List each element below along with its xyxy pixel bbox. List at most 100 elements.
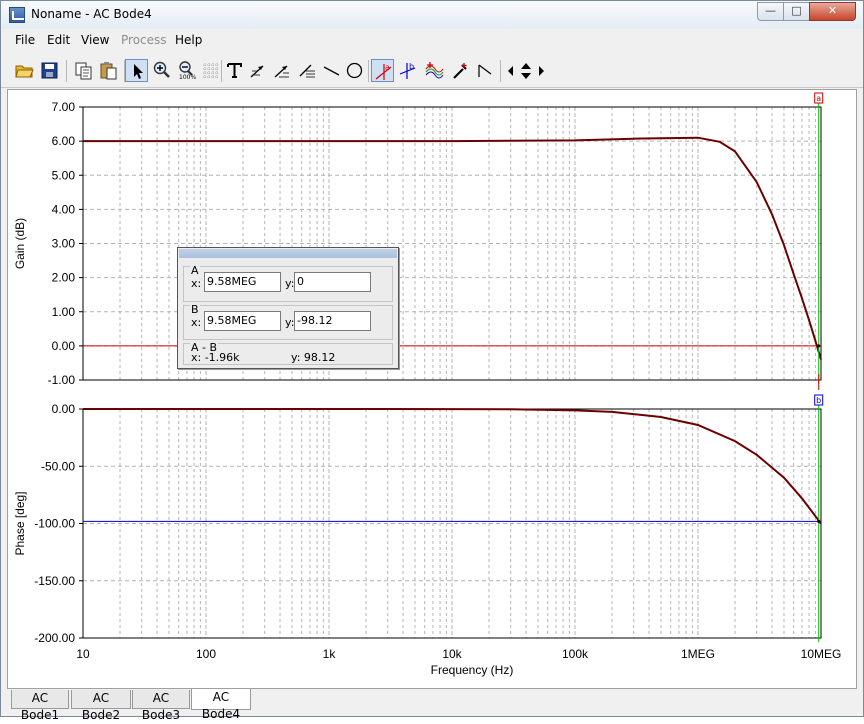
arrow-left-icon — [250, 65, 264, 78]
y-tick-label: -50.00 — [41, 459, 75, 473]
menu-bar: File Edit View Process Help — [1, 30, 863, 51]
x-tick-label: 10k — [442, 647, 462, 661]
app-window: Noname - AC Bode4 — □ ✕ File Edit View P… — [0, 0, 864, 722]
nav-updown-icon — [521, 63, 531, 79]
y-tick-label: 7.00 — [52, 100, 76, 114]
y-tick-label: 2.00 — [52, 271, 76, 285]
nav-left-icon — [508, 66, 513, 76]
save-icon — [41, 62, 58, 79]
paste-icon — [100, 62, 117, 80]
step-icon — [478, 64, 492, 77]
nav-right-icon — [539, 66, 544, 76]
copy-button[interactable] — [72, 59, 95, 82]
window-title: Noname - AC Bode4 — [31, 7, 152, 21]
x-tick-label: 100 — [196, 647, 216, 661]
zoom-in-icon — [153, 61, 170, 78]
x-tick-label: 100k — [562, 647, 589, 661]
y-tick-label: 6.00 — [52, 134, 76, 148]
cursor-a-icon: a — [375, 63, 392, 80]
x-tick-label: 1MEG — [681, 647, 715, 661]
close-button[interactable]: ✕ — [809, 2, 856, 21]
nav-right-button[interactable] — [534, 59, 548, 82]
cursor-b-label: B — [190, 303, 200, 316]
plot-area[interactable]: 7.00 6.00 5.00 4.00 3.00 2.00 1.00 0.00 -1.00 Gai… — [7, 89, 857, 689]
tab-ac-bode2[interactable]: AC Bode2 — [71, 690, 131, 722]
cursor-intersection-point — [817, 519, 821, 523]
grid-icon — [203, 63, 218, 78]
zoom-out-icon: 100% — [179, 61, 196, 80]
circle-button[interactable] — [343, 59, 366, 82]
arrow-right-icon — [274, 65, 289, 78]
maximize-button[interactable]: □ — [783, 2, 810, 21]
nav-updown-button[interactable] — [517, 59, 533, 82]
y-tick-label: 4.00 — [52, 202, 76, 216]
arrow-left-button[interactable] — [247, 59, 270, 82]
y-axis-label: Phase [deg] — [13, 491, 27, 555]
lines-button[interactable] — [296, 59, 319, 82]
dialog-title-bar[interactable] — [179, 249, 397, 258]
curves-button[interactable] — [423, 59, 446, 82]
save-button[interactable] — [38, 59, 61, 82]
cursor-b-button[interactable]: b — [396, 59, 419, 82]
document-tabs: AC Bode1 AC Bode2 AC Bode3 AC Bode4 — [1, 689, 863, 722]
zoom-in-button[interactable] — [150, 59, 173, 82]
y-tick-label: -100.00 — [34, 517, 75, 531]
copy-icon — [75, 62, 92, 80]
cursor-b-group: B x: 9.58MEG y: -98.12 — [183, 303, 393, 340]
cursor-b-icon: b — [399, 62, 416, 79]
marker-icon — [453, 63, 467, 79]
cursor-diff-group: A - B x: -1.96k y: 98.12 — [183, 342, 393, 365]
menu-help[interactable]: Help — [175, 33, 202, 47]
bode-plot[interactable]: 7.00 6.00 5.00 4.00 3.00 2.00 1.00 0.00 -1.00 Gai… — [8, 90, 856, 688]
y-tick-label: 0.00 — [52, 402, 76, 416]
y-tick-label: 1.00 — [52, 305, 76, 319]
step-button[interactable] — [474, 59, 497, 82]
minimize-button[interactable]: — — [757, 2, 784, 21]
title-bar[interactable]: Noname - AC Bode4 — □ ✕ — [1, 1, 863, 29]
cursor-b-x-field[interactable]: 9.58MEG — [204, 311, 281, 331]
cursor-diff-y: y: 98.12 — [291, 351, 336, 364]
text-icon — [227, 63, 242, 78]
pointer-button[interactable] — [125, 59, 148, 82]
curves-icon — [425, 62, 444, 79]
toolbar: 100% a b — [1, 55, 863, 88]
lines-icon — [299, 64, 315, 78]
cursor-a-y-field[interactable]: 0 — [294, 272, 371, 292]
menu-process[interactable]: Process — [121, 33, 167, 47]
x-tick-label: 10 — [76, 647, 90, 661]
cursor-diff-x: x: -1.96k — [191, 351, 240, 364]
tab-ac-bode1[interactable]: AC Bode1 — [11, 690, 69, 722]
nav-left-button[interactable] — [503, 59, 517, 82]
line-button[interactable] — [320, 59, 343, 82]
cursor-b-marker-label: b — [816, 396, 821, 405]
paste-button[interactable] — [97, 59, 120, 82]
menu-view[interactable]: View — [81, 33, 109, 47]
line-icon — [323, 66, 340, 76]
menu-file[interactable]: File — [15, 33, 35, 47]
zoom-out-button[interactable]: 100% — [175, 59, 198, 82]
cursor-a-button[interactable]: a — [371, 59, 394, 82]
y-tick-label: -150.00 — [34, 574, 75, 588]
cursor-b-y-field[interactable]: -98.12 — [294, 311, 371, 331]
cursor-a-x-field[interactable]: 9.58MEG — [204, 272, 281, 292]
cursor-readout-dialog[interactable]: A x: 9.58MEG y: 0 B x: 9.58MEG y: -98.12… — [177, 247, 399, 369]
svg-text:a: a — [385, 63, 390, 72]
x-axis-label: Frequency (Hz) — [431, 663, 514, 677]
arrow-right-button[interactable] — [271, 59, 294, 82]
grid-button[interactable] — [199, 59, 222, 82]
text-button[interactable] — [223, 59, 246, 82]
menu-edit[interactable]: Edit — [47, 33, 70, 47]
cursor-intersection-point — [817, 344, 821, 348]
open-button[interactable] — [13, 59, 36, 82]
svg-text:b: b — [409, 62, 414, 71]
cursor-a-label: A — [190, 264, 200, 277]
y-tick-label: 0.00 — [52, 339, 76, 353]
y-tick-label: 5.00 — [52, 168, 76, 182]
tab-ac-bode4[interactable]: AC Bode4 — [191, 689, 251, 721]
x-tick-label: 10MEG — [801, 647, 842, 661]
marker-button[interactable] — [449, 59, 472, 82]
tab-ac-bode3[interactable]: AC Bode3 — [132, 690, 190, 722]
y-tick-label: -200.00 — [34, 631, 75, 645]
circle-icon — [346, 62, 363, 79]
cursor-a-marker-label: a — [816, 94, 821, 103]
